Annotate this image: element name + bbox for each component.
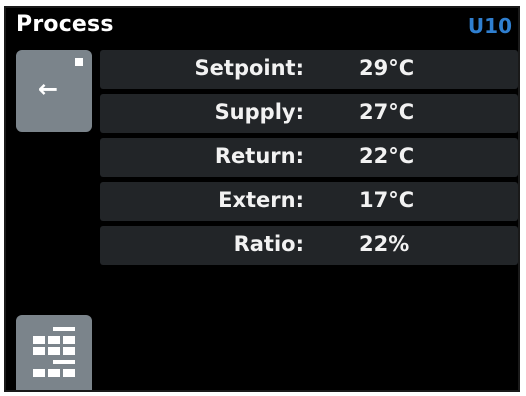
- left-arrow-icon: ←: [38, 75, 59, 103]
- row-value: 22%: [359, 232, 410, 256]
- process-row-ratio: Ratio: 22%: [100, 226, 518, 265]
- back-button[interactable]: ←: [16, 50, 92, 132]
- page-title: Process: [16, 12, 114, 37]
- process-row-supply: Supply: 27°C: [100, 94, 518, 133]
- row-label: Extern:: [218, 188, 304, 212]
- status-indicator-icon: [75, 58, 83, 66]
- process-row-setpoint: Setpoint: 29°C: [100, 50, 518, 89]
- row-label: Setpoint:: [194, 56, 304, 80]
- unit-id-label: U10: [467, 14, 512, 38]
- menu-button[interactable]: [16, 315, 92, 390]
- process-screen: Process U10 ← Setpoint: 29°C Supply: 27°…: [4, 6, 520, 392]
- process-row-return: Return: 22°C: [100, 138, 518, 177]
- row-label: Ratio:: [233, 232, 304, 256]
- title-bar: Process U10: [6, 8, 518, 44]
- row-value: 17°C: [359, 188, 415, 212]
- process-row-extern: Extern: 17°C: [100, 182, 518, 221]
- row-label: Supply:: [214, 100, 304, 124]
- row-label: Return:: [214, 144, 304, 168]
- row-value: 29°C: [359, 56, 415, 80]
- menu-grid-icon: [33, 327, 75, 377]
- process-values-list: Setpoint: 29°C Supply: 27°C Return: 22°C…: [100, 50, 518, 270]
- row-value: 22°C: [359, 144, 415, 168]
- row-value: 27°C: [359, 100, 415, 124]
